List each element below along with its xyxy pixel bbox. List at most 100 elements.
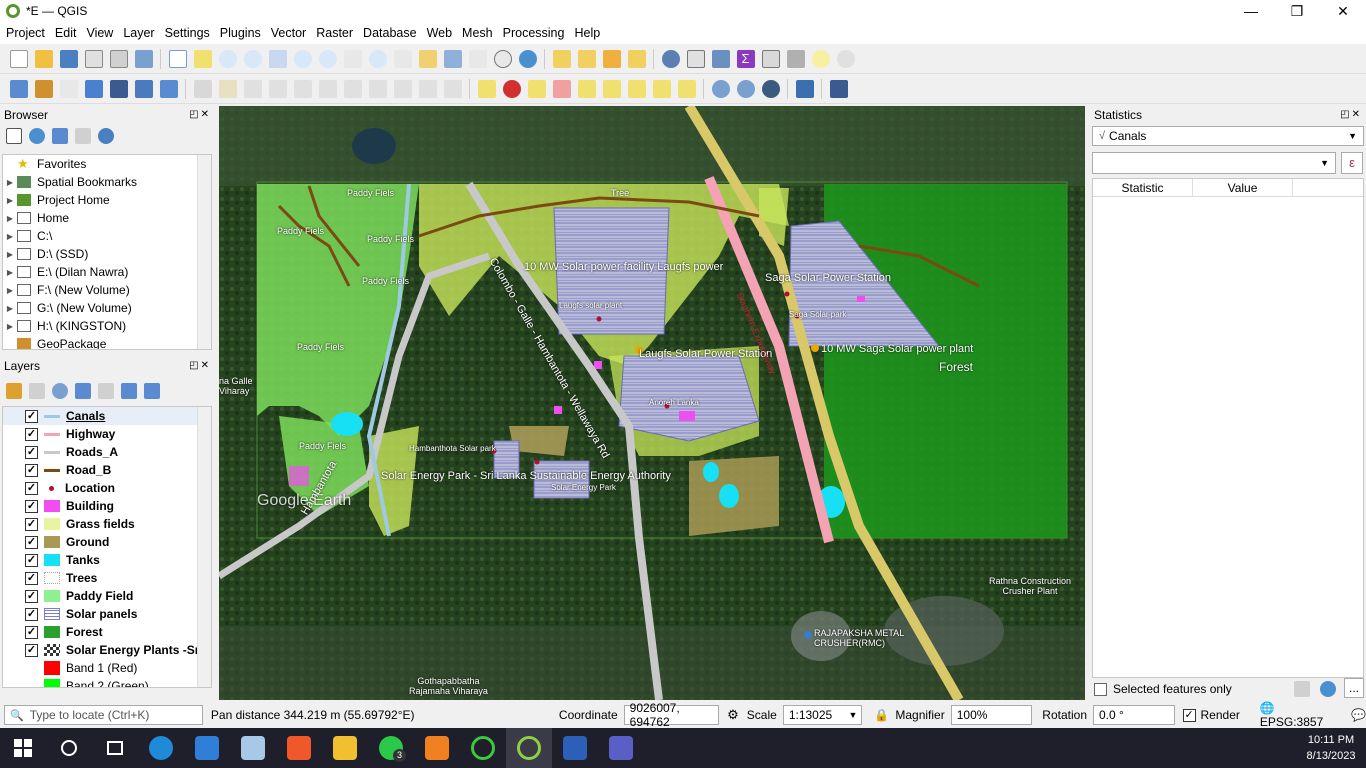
add-vector-icon[interactable] xyxy=(59,79,78,98)
browser-item-e[interactable]: ▶ E:\ (Dilan Nawra) xyxy=(3,263,211,281)
copy-icon[interactable] xyxy=(1294,681,1310,697)
zoom-in-icon[interactable] xyxy=(218,49,237,68)
layer-item-band-2-green[interactable]: Band 2 (Green) xyxy=(3,677,211,687)
layer-visibility-checkbox[interactable]: ✓ xyxy=(25,643,38,657)
pan-to-selection-icon[interactable] xyxy=(193,49,212,68)
layer-labeling-icon[interactable] xyxy=(527,79,546,98)
zoom-last-icon[interactable] xyxy=(368,49,387,68)
taskbar-mail[interactable] xyxy=(184,728,230,768)
add-group-icon[interactable] xyxy=(29,383,45,399)
expression-filter-icon[interactable] xyxy=(98,383,114,399)
dock-buttons[interactable]: ◰✕ xyxy=(189,360,211,371)
layer-visibility-checkbox[interactable]: ✓ xyxy=(25,409,38,423)
layer-visibility-checkbox[interactable]: ✓ xyxy=(25,535,38,549)
expand-all-icon[interactable] xyxy=(121,383,137,399)
delete-selected-icon[interactable] xyxy=(318,79,337,98)
dock-buttons[interactable]: ◰✕ xyxy=(189,109,211,120)
new-project-icon[interactable] xyxy=(9,49,28,68)
layer-item-tanks[interactable]: ✓ Tanks xyxy=(3,551,211,569)
new-map-view-icon[interactable] xyxy=(418,49,437,68)
statistic-column-header[interactable]: Statistic xyxy=(1093,179,1193,196)
pan-icon[interactable] xyxy=(168,49,187,68)
menu-database[interactable]: Database xyxy=(359,26,421,40)
menu-project[interactable]: Project xyxy=(2,26,49,40)
layer-item-grass-fields[interactable]: ✓ Grass fields xyxy=(3,515,211,533)
layer-item-canals[interactable]: ✓ Canals xyxy=(3,407,211,425)
layer-visibility-checkbox[interactable]: ✓ xyxy=(25,607,38,621)
copy-icon[interactable] xyxy=(368,79,387,98)
bookmark-icon[interactable] xyxy=(468,49,487,68)
collapse-all-icon[interactable] xyxy=(144,383,160,399)
menu-processing[interactable]: Processing xyxy=(499,26,569,40)
open-table-icon[interactable] xyxy=(761,49,780,68)
browser-scrollbar[interactable] xyxy=(197,155,211,349)
layer-item-building[interactable]: ✓ Building xyxy=(3,497,211,515)
menu-edit[interactable]: Edit xyxy=(51,26,81,40)
layer-visibility-checkbox[interactable]: ✓ xyxy=(25,427,38,441)
collapse-all-icon[interactable] xyxy=(75,128,91,144)
filter-icon[interactable] xyxy=(52,128,68,144)
show-unplaced-labels-icon[interactable] xyxy=(552,79,571,98)
quickmapservices-icon[interactable] xyxy=(761,79,780,98)
style-manager-icon[interactable] xyxy=(134,49,153,68)
browser-item-project-home[interactable]: ▶ Project Home xyxy=(3,191,211,209)
zoom-full-icon[interactable] xyxy=(268,49,287,68)
taskbar-brave[interactable] xyxy=(276,728,322,768)
clock[interactable]: 10:11 PM 8/13/2023 xyxy=(1296,728,1366,768)
move-label-icon[interactable] xyxy=(627,79,646,98)
coordinate-field[interactable]: 9026007, 694762 xyxy=(623,701,720,729)
python-console-icon[interactable] xyxy=(795,79,814,98)
menu-plugins[interactable]: Plugins xyxy=(216,26,265,40)
layer-visibility-checkbox[interactable]: ✓ xyxy=(25,517,38,531)
select-location-icon[interactable] xyxy=(627,49,646,68)
zoom-native-icon[interactable] xyxy=(343,49,362,68)
taskbar-whatsapp[interactable]: 3 xyxy=(368,728,414,768)
expression-button[interactable]: ε xyxy=(1341,152,1363,174)
rotation-field[interactable]: 0.0 ° xyxy=(1093,705,1175,725)
diagram-icon[interactable] xyxy=(502,79,521,98)
layer-visibility-checkbox[interactable]: ✓ xyxy=(25,445,38,459)
add-mesh-icon[interactable] xyxy=(109,79,128,98)
messages-icon[interactable]: 💬 xyxy=(1351,708,1366,722)
statistics-sigma-icon[interactable]: Σ xyxy=(736,49,755,68)
deselect-icon[interactable] xyxy=(602,49,621,68)
change-label-icon[interactable] xyxy=(677,79,696,98)
scale-field[interactable]: 1:13025 ▼ xyxy=(782,705,863,725)
digitize-icon[interactable] xyxy=(268,79,287,98)
qfieldsync-icon[interactable] xyxy=(711,79,730,98)
locator-input[interactable]: 🔍 Type to locate (Ctrl+K) xyxy=(4,705,203,725)
add-layer-icon[interactable] xyxy=(9,79,28,98)
layer-item-location[interactable]: ✓ Location xyxy=(3,479,211,497)
layout-manager-icon[interactable] xyxy=(109,49,128,68)
processing-toolbox-icon[interactable] xyxy=(711,49,730,68)
layer-visibility-checkbox[interactable]: ✓ xyxy=(25,499,38,513)
browser-item-bookmarks[interactable]: ▶ Spatial Bookmarks xyxy=(3,173,211,191)
menu-mesh[interactable]: Mesh xyxy=(458,26,497,40)
selected-only-checkbox[interactable]: Selected features only xyxy=(1094,682,1232,696)
help-icon[interactable] xyxy=(829,79,848,98)
map-canvas[interactable]: Forest Paddy Fiels Paddy Fiels Paddy Fie… xyxy=(219,106,1085,700)
map-tips-icon[interactable] xyxy=(811,49,830,68)
layer-visibility-checkbox[interactable]: ✓ xyxy=(25,589,38,603)
menu-settings[interactable]: Settings xyxy=(161,26,214,40)
close-button[interactable]: ✕ xyxy=(1320,0,1366,22)
browser-item-f[interactable]: ▶ F:\ (New Volume) xyxy=(3,281,211,299)
task-view-button[interactable] xyxy=(92,728,138,768)
label-icon[interactable] xyxy=(477,79,496,98)
browser-item-h[interactable]: ▶ H:\ (KINGSTON) xyxy=(3,317,211,335)
coordinate-toggle-icon[interactable]: ⚙ xyxy=(727,707,739,723)
paste-icon[interactable] xyxy=(393,79,412,98)
browser-item-home[interactable]: ▶ Home xyxy=(3,209,211,227)
add-raster-icon[interactable] xyxy=(84,79,103,98)
layer-visibility-checkbox[interactable]: ✓ xyxy=(25,463,38,477)
pin-labels-icon[interactable] xyxy=(577,79,596,98)
browser-item-favorites[interactable]: ★ Favorites xyxy=(3,155,211,173)
menu-web[interactable]: Web xyxy=(423,26,456,40)
render-checkbox[interactable]: ✓ xyxy=(1182,708,1196,722)
save-edits-icon[interactable] xyxy=(243,79,262,98)
add-wms-icon[interactable] xyxy=(134,79,153,98)
redo-icon[interactable] xyxy=(443,79,462,98)
minimize-button[interactable]: — xyxy=(1228,0,1274,22)
layer-item-ground[interactable]: ✓ Ground xyxy=(3,533,211,551)
browser-item-g[interactable]: ▶ G:\ (New Volume) xyxy=(3,299,211,317)
